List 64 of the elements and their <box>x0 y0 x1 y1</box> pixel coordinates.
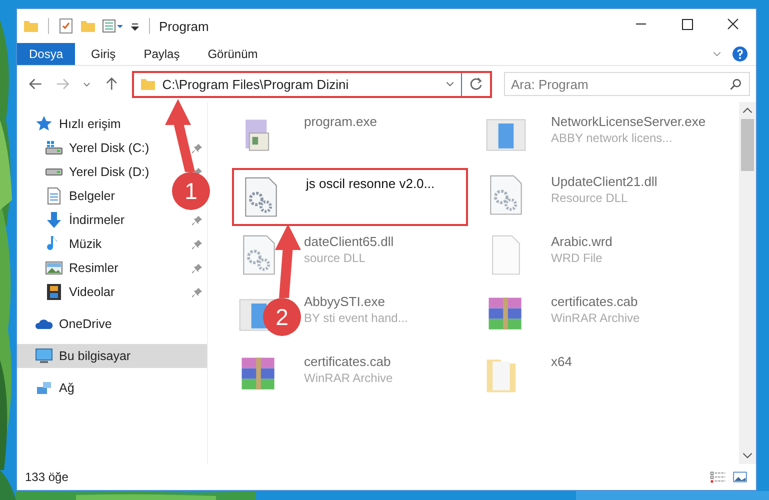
up-icon[interactable] <box>104 76 120 92</box>
file-type: WRD File <box>551 251 604 265</box>
sidebar-item[interactable]: Yerel Disk (D:) <box>45 160 154 184</box>
scrollbar[interactable] <box>739 102 756 464</box>
file-name[interactable]: certificates.cab <box>551 294 640 309</box>
scroll-thumb[interactable] <box>741 119 754 171</box>
ribbon-tab[interactable]: Giriş <box>79 43 128 65</box>
sidebar-item[interactable]: Videolar <box>45 280 119 304</box>
sidebar-item[interactable]: OneDrive <box>17 312 207 336</box>
file-type: source DLL <box>304 251 366 265</box>
file-name[interactable]: UpdateClient21.dll <box>551 174 658 189</box>
file-name[interactable]: program.exe <box>304 114 377 129</box>
file-name[interactable]: certificates.cab <box>304 354 393 369</box>
ribbon-tab[interactable]: Paylaş <box>132 43 192 65</box>
sidebar-item[interactable]: Ağ <box>17 376 207 400</box>
pin-icon[interactable] <box>192 262 203 274</box>
help-icon[interactable] <box>732 46 748 62</box>
download-arrow-icon <box>45 211 63 229</box>
address-bar[interactable]: C:\Program Files\Program Dizini <box>132 70 492 98</box>
details-view-icon[interactable] <box>710 469 726 485</box>
callout-badge: 1 <box>172 172 210 210</box>
file-type: WinRAR Archive <box>551 311 640 325</box>
document-icon <box>45 187 63 205</box>
ribbon-tab[interactable]: Görünüm <box>196 43 270 65</box>
large-icons-view-icon[interactable] <box>732 469 748 485</box>
sidebar-item[interactable]: Bu bilgisayar <box>17 344 207 368</box>
pin-icon[interactable] <box>192 286 203 298</box>
file-type: ABBY network licens... <box>551 131 674 145</box>
sidebar-item[interactable]: Müzik <box>45 232 106 256</box>
search-icon[interactable] <box>728 77 743 91</box>
file-type: WinRAR Archive <box>304 371 393 385</box>
file-name[interactable]: js oscil resonne v2.0... <box>306 176 435 191</box>
folder-icon <box>140 76 156 92</box>
checklist-icon[interactable] <box>58 18 74 34</box>
sidebar-item[interactable]: Yerel Disk (C:) <box>45 136 154 160</box>
star-icon <box>35 115 53 133</box>
sidebar-item[interactable]: Hızlı erişim <box>17 112 207 136</box>
sidebar-item[interactable]: Belgeler <box>45 184 119 208</box>
refresh-icon[interactable] <box>468 76 484 92</box>
item-count: 133 öğe <box>25 470 68 484</box>
file-name[interactable]: x64 <box>551 354 572 369</box>
film-icon <box>45 283 63 301</box>
pin-icon[interactable] <box>192 214 203 226</box>
callout-badge: 2 <box>263 298 301 336</box>
sidebar-item[interactable]: İndirmeler <box>45 208 129 232</box>
pin-icon[interactable] <box>192 142 203 154</box>
picture-icon <box>45 259 63 277</box>
back-icon[interactable] <box>28 76 44 92</box>
pin-icon[interactable] <box>192 238 203 250</box>
file-name[interactable]: AbbyySTI.exe <box>304 294 408 309</box>
file-name[interactable]: Arabic.wrd <box>551 234 612 249</box>
network-icon <box>35 379 53 397</box>
file-name[interactable]: NetworkLicenseServer.exe <box>551 114 706 129</box>
file-type: Resource DLL <box>551 191 629 205</box>
properties-icon[interactable] <box>102 18 124 34</box>
window-title: Program <box>159 18 209 34</box>
monitor-icon <box>35 347 53 365</box>
file-type: BY sti event hand... <box>304 311 408 325</box>
drive-icon <box>45 139 63 157</box>
file-tab[interactable]: Dosya <box>17 43 76 65</box>
sidebar-item[interactable]: Resimler <box>45 256 122 280</box>
search-field[interactable]: Ara: Program <box>504 72 750 96</box>
file-name[interactable]: dateClient65.dll <box>304 234 394 249</box>
drive-icon <box>45 168 63 176</box>
